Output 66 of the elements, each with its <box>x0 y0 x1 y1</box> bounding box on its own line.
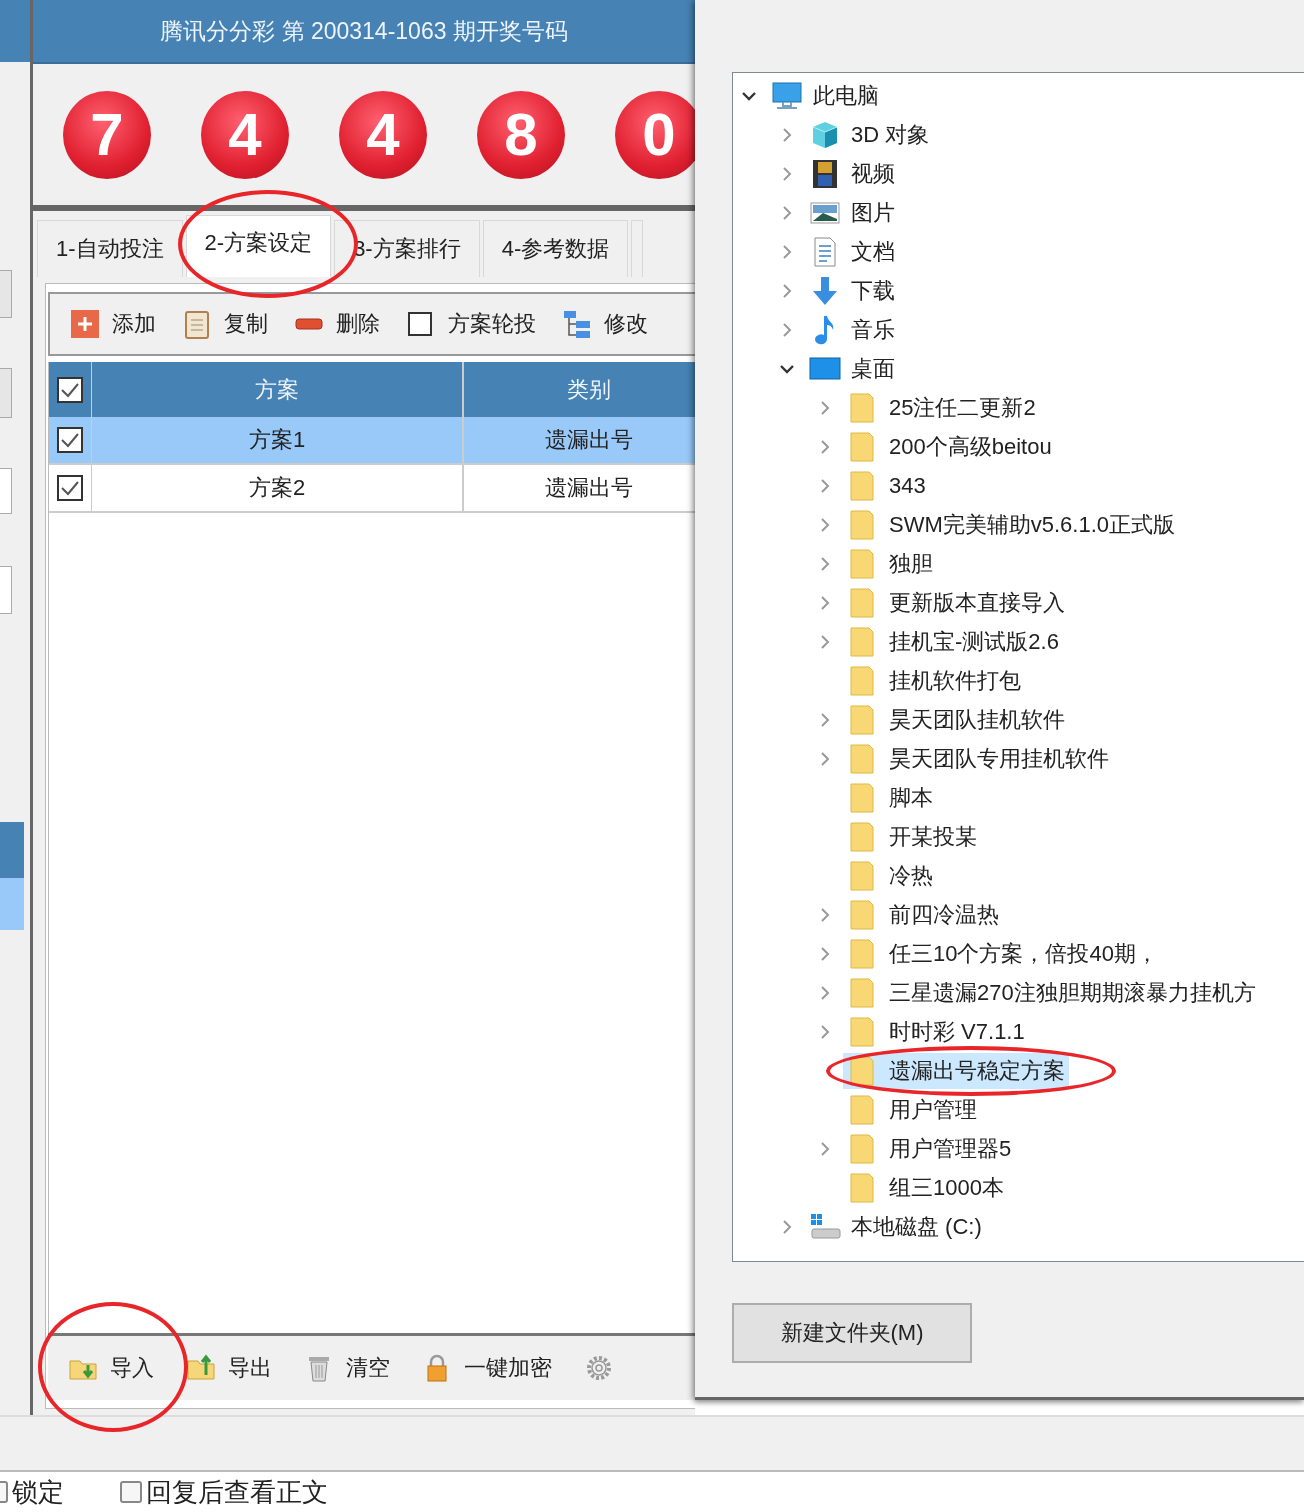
tree-item[interactable]: 冷热 <box>843 857 937 894</box>
table-row[interactable]: 方案2 遗漏出号 <box>49 465 695 513</box>
checkbox[interactable] <box>120 1481 142 1503</box>
tree-item[interactable]: 挂机宝-测试版2.6 <box>843 623 1063 660</box>
plus-icon <box>70 309 100 339</box>
tree-item[interactable]: 桌面 <box>805 350 899 387</box>
tree-item[interactable]: 用户管理器5 <box>843 1130 1016 1167</box>
hierarchy-icon <box>562 309 592 339</box>
tree-item[interactable]: 前四冷温热 <box>843 896 1003 933</box>
monitor-icon <box>771 79 803 112</box>
table-row[interactable]: 方案1 遗漏出号 <box>49 417 695 465</box>
tree-item[interactable]: 独胆 <box>843 545 937 582</box>
gear-icon <box>584 1353 614 1383</box>
tree-item[interactable]: 此电脑 <box>767 77 883 114</box>
tree-item[interactable]: 挂机软件打包 <box>843 662 1025 699</box>
tree-item[interactable]: 时时彩 V7.1.1 <box>843 1013 1029 1050</box>
tree-item[interactable]: 遗漏出号稳定方案 <box>843 1052 1069 1089</box>
tree-item[interactable]: 3D 对象 <box>805 116 934 153</box>
number-ball: 7 <box>63 90 151 179</box>
tree-item[interactable]: 开某投某 <box>843 818 981 855</box>
tree-item[interactable]: 音乐 <box>805 311 899 348</box>
clipboard-icon <box>182 309 212 339</box>
toolbar-button[interactable]: 导出 <box>180 1349 278 1387</box>
folder-arrow-icon <box>186 1353 216 1383</box>
toolbar-button[interactable]: 清空 <box>298 1349 396 1387</box>
tree-item[interactable]: SWM完美辅助v5.6.1.0正式版 <box>843 506 1180 543</box>
checkbox[interactable] <box>57 427 83 453</box>
tree-item[interactable]: 图片 <box>805 194 899 231</box>
toolbar-button[interactable]: 导入 <box>62 1349 160 1387</box>
toolbar-button[interactable]: 方案轮投 <box>400 305 542 343</box>
number-ball: 4 <box>339 90 427 179</box>
tree-item[interactable]: 200个高级beitou <box>843 428 1056 465</box>
tree-item[interactable]: 本地磁盘 (C:) <box>805 1208 986 1245</box>
checkbox[interactable] <box>57 475 83 501</box>
number-ball: 4 <box>201 90 289 179</box>
tab-edge <box>631 220 644 277</box>
tree-item[interactable]: 下载 <box>805 272 899 309</box>
toolbar-button[interactable]: 复制 <box>176 305 274 343</box>
tree-item[interactable]: 任三10个方案，倍投40期， <box>843 935 1162 972</box>
tree-item[interactable]: 组三1000本 <box>843 1169 1008 1206</box>
number-ball: 8 <box>477 90 565 179</box>
tree-item[interactable]: 用户管理 <box>843 1091 981 1128</box>
tree-item[interactable]: 25注任二更新2 <box>843 389 1040 426</box>
tree-item[interactable]: 文档 <box>805 233 899 270</box>
number-ball: 0 <box>615 90 695 179</box>
checkbox-label: 回复后查看正文 <box>146 1476 328 1509</box>
window-title: 腾讯分分彩 第 200314-1063 期开奖号码 <box>33 0 695 64</box>
toolbar-button[interactable]: 删除 <box>288 305 386 343</box>
tree-item[interactable]: 三星遗漏270注独胆期期滚暴力挂机方 <box>843 974 1260 1011</box>
tree-item[interactable]: 昊天团队挂机软件 <box>843 701 1069 738</box>
table-cell: 方案1 <box>92 417 464 463</box>
tab[interactable]: 2-方案设定 <box>185 215 332 277</box>
tree-item[interactable]: 视频 <box>805 155 899 192</box>
checkbox[interactable] <box>57 376 83 403</box>
tab[interactable]: 1-自动投注 <box>37 220 183 277</box>
checkbox-label: 锁定 <box>12 1476 64 1509</box>
toolbar-button[interactable]: 一键加密 <box>416 1349 558 1387</box>
tab[interactable]: 4-参考数据 <box>482 220 629 277</box>
tree-item[interactable]: 昊天团队专用挂机软件 <box>843 740 1113 777</box>
toolbar-button[interactable]: 添加 <box>64 305 162 343</box>
tree-item[interactable]: 脚本 <box>843 779 937 816</box>
new-folder-button[interactable]: 新建文件夹(M) <box>732 1303 972 1363</box>
table-cell: 方案2 <box>92 465 464 511</box>
toolbar-button[interactable]: 修改 <box>556 305 654 343</box>
tree-item[interactable]: 343 <box>843 467 930 504</box>
tree-item[interactable]: 更新版本直接导入 <box>843 584 1069 621</box>
